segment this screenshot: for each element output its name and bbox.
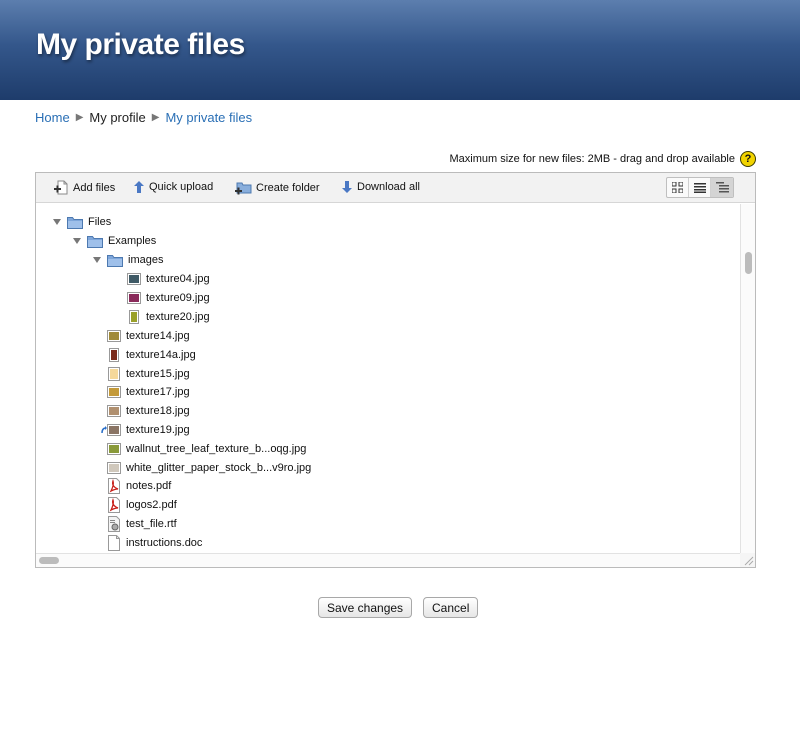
create-folder-button[interactable]: Create folder xyxy=(235,180,320,195)
list-view-button[interactable] xyxy=(689,178,711,197)
tree-file-item[interactable]: texture09.jpg xyxy=(127,289,210,307)
rtf-file-icon xyxy=(107,516,121,532)
tree-file-item[interactable]: white_glitter_paper_stock_b...v9ro.jpg xyxy=(107,459,311,477)
download-all-button[interactable]: Download all xyxy=(341,180,420,194)
tree-file-item[interactable]: notes.pdf xyxy=(107,477,171,495)
image-thumbnail-icon xyxy=(127,292,141,304)
tree-item-label: texture14a.jpg xyxy=(126,349,196,361)
upload-arrow-icon xyxy=(134,181,144,193)
tree-item-label: notes.pdf xyxy=(126,480,172,492)
download-all-label: Download all xyxy=(357,181,420,193)
tree-item-label: white_glitter_paper_stock_b...v9ro.jpg xyxy=(126,462,312,474)
download-arrow-icon xyxy=(342,181,352,193)
tree-item-label: texture20.jpg xyxy=(146,311,210,323)
breadcrumb-profile[interactable]: My profile xyxy=(89,110,145,125)
save-changes-button[interactable]: Save changes xyxy=(318,597,413,618)
expanded-triangle-icon[interactable] xyxy=(51,219,63,225)
tree-file-item[interactable]: instructions.doc xyxy=(107,534,202,552)
image-thumbnail-icon xyxy=(127,273,141,285)
file-manager-toolbar: Add files Quick upload Create folder Dow… xyxy=(36,173,755,203)
horizontal-scrollbar[interactable] xyxy=(36,553,740,567)
quick-upload-button[interactable]: Quick upload xyxy=(133,180,213,194)
tree-file-item[interactable]: texture04.jpg xyxy=(127,270,210,288)
tree-item-label: texture14.jpg xyxy=(126,330,190,342)
tree-file-item[interactable]: test_file.rtf xyxy=(107,515,177,533)
tree-item-label: logos2.pdf xyxy=(126,499,177,511)
resize-grip-icon xyxy=(744,556,754,566)
help-icon[interactable]: ? xyxy=(740,151,756,167)
tree-item-label: texture15.jpg xyxy=(126,368,190,380)
image-thumbnail-icon xyxy=(107,367,121,381)
list-view-icon xyxy=(693,182,706,193)
image-thumbnail-icon xyxy=(107,424,121,436)
view-switcher xyxy=(666,177,734,198)
vertical-scrollbar[interactable] xyxy=(740,204,755,553)
tree-file-item[interactable]: texture14a.jpg xyxy=(107,346,196,364)
pdf-file-icon xyxy=(107,478,121,494)
tree-file-item[interactable]: logos2.pdf xyxy=(107,496,177,514)
folder-icon xyxy=(67,216,83,229)
tree-item-label: texture19.jpg xyxy=(126,424,190,436)
image-thumbnail-icon xyxy=(107,386,121,398)
pdf-file-icon xyxy=(107,497,121,513)
expanded-triangle-icon[interactable] xyxy=(91,257,103,263)
tree-file-item[interactable]: texture14.jpg xyxy=(107,327,190,345)
tree-folder-images[interactable]: images xyxy=(91,251,163,269)
tree-item-label: test_file.rtf xyxy=(126,518,177,530)
breadcrumb-separator-icon: ▶ xyxy=(151,112,160,123)
tree-item-label: Examples xyxy=(108,235,157,247)
breadcrumb-current[interactable]: My private files xyxy=(165,110,252,125)
tree-item-label: texture17.jpg xyxy=(126,386,190,398)
quick-upload-label: Quick upload xyxy=(149,181,214,193)
file-manager: Add files Quick upload Create folder Dow… xyxy=(35,172,756,568)
tree-item-label: instructions.doc xyxy=(126,537,203,549)
tree-view-icon xyxy=(715,182,729,193)
add-file-icon xyxy=(54,180,68,195)
add-files-button[interactable]: Add files xyxy=(54,180,115,195)
image-thumbnail-icon xyxy=(107,443,121,455)
resize-handle[interactable] xyxy=(740,553,755,567)
image-thumbnail-icon xyxy=(107,348,121,362)
max-size-info: Maximum size for new files: 2MB - drag a… xyxy=(449,151,756,167)
tree-folder-files[interactable]: Files xyxy=(51,213,111,231)
create-folder-label: Create folder xyxy=(256,181,320,194)
page-header: My private files xyxy=(0,0,800,100)
tree-item-label: Files xyxy=(88,216,112,228)
tree-file-item[interactable]: texture17.jpg xyxy=(107,383,190,401)
tree-item-label: wallnut_tree_leaf_texture_b...oqg.jpg xyxy=(126,443,307,455)
tree-folder-examples[interactable]: Examples xyxy=(71,232,156,250)
vertical-scroll-thumb[interactable] xyxy=(745,252,752,274)
horizontal-scroll-thumb[interactable] xyxy=(39,557,59,564)
tree-file-item[interactable]: texture15.jpg xyxy=(107,365,190,383)
tree-item-label: texture18.jpg xyxy=(126,405,190,417)
expanded-triangle-icon[interactable] xyxy=(71,238,83,244)
image-thumbnail-icon xyxy=(107,405,121,417)
folder-icon xyxy=(87,235,103,248)
page-title: My private files xyxy=(36,28,245,61)
breadcrumb-separator-icon: ▶ xyxy=(75,112,84,123)
tree-item-label: texture09.jpg xyxy=(146,292,210,304)
icons-view-button[interactable] xyxy=(667,178,689,197)
add-files-label: Add files xyxy=(73,181,116,194)
tree-file-item[interactable]: texture20.jpg xyxy=(127,308,210,326)
max-size-text: Maximum size for new files: 2MB - drag a… xyxy=(449,153,735,165)
tree-file-item[interactable]: wallnut_tree_leaf_texture_b...oqg.jpg xyxy=(107,440,306,458)
tree-item-label: texture04.jpg xyxy=(146,273,210,285)
tree-file-item[interactable]: texture18.jpg xyxy=(107,402,190,420)
image-thumbnail-icon xyxy=(127,310,141,324)
breadcrumb: Home ▶ My profile ▶ My private files xyxy=(35,110,252,125)
tree-file-item[interactable]: texture19.jpg xyxy=(101,421,190,439)
image-thumbnail-icon xyxy=(107,462,121,474)
image-thumbnail-icon xyxy=(107,330,121,342)
create-folder-icon xyxy=(235,182,252,195)
tree-item-label: images xyxy=(128,254,164,266)
cancel-button[interactable]: Cancel xyxy=(423,597,479,618)
doc-file-icon xyxy=(107,535,121,551)
folder-icon xyxy=(107,254,123,267)
file-tree: Files Examples images texture04.jpg text… xyxy=(36,204,740,553)
tree-view-button[interactable] xyxy=(711,178,733,197)
icons-view-icon xyxy=(672,182,683,193)
breadcrumb-home[interactable]: Home xyxy=(35,110,70,125)
